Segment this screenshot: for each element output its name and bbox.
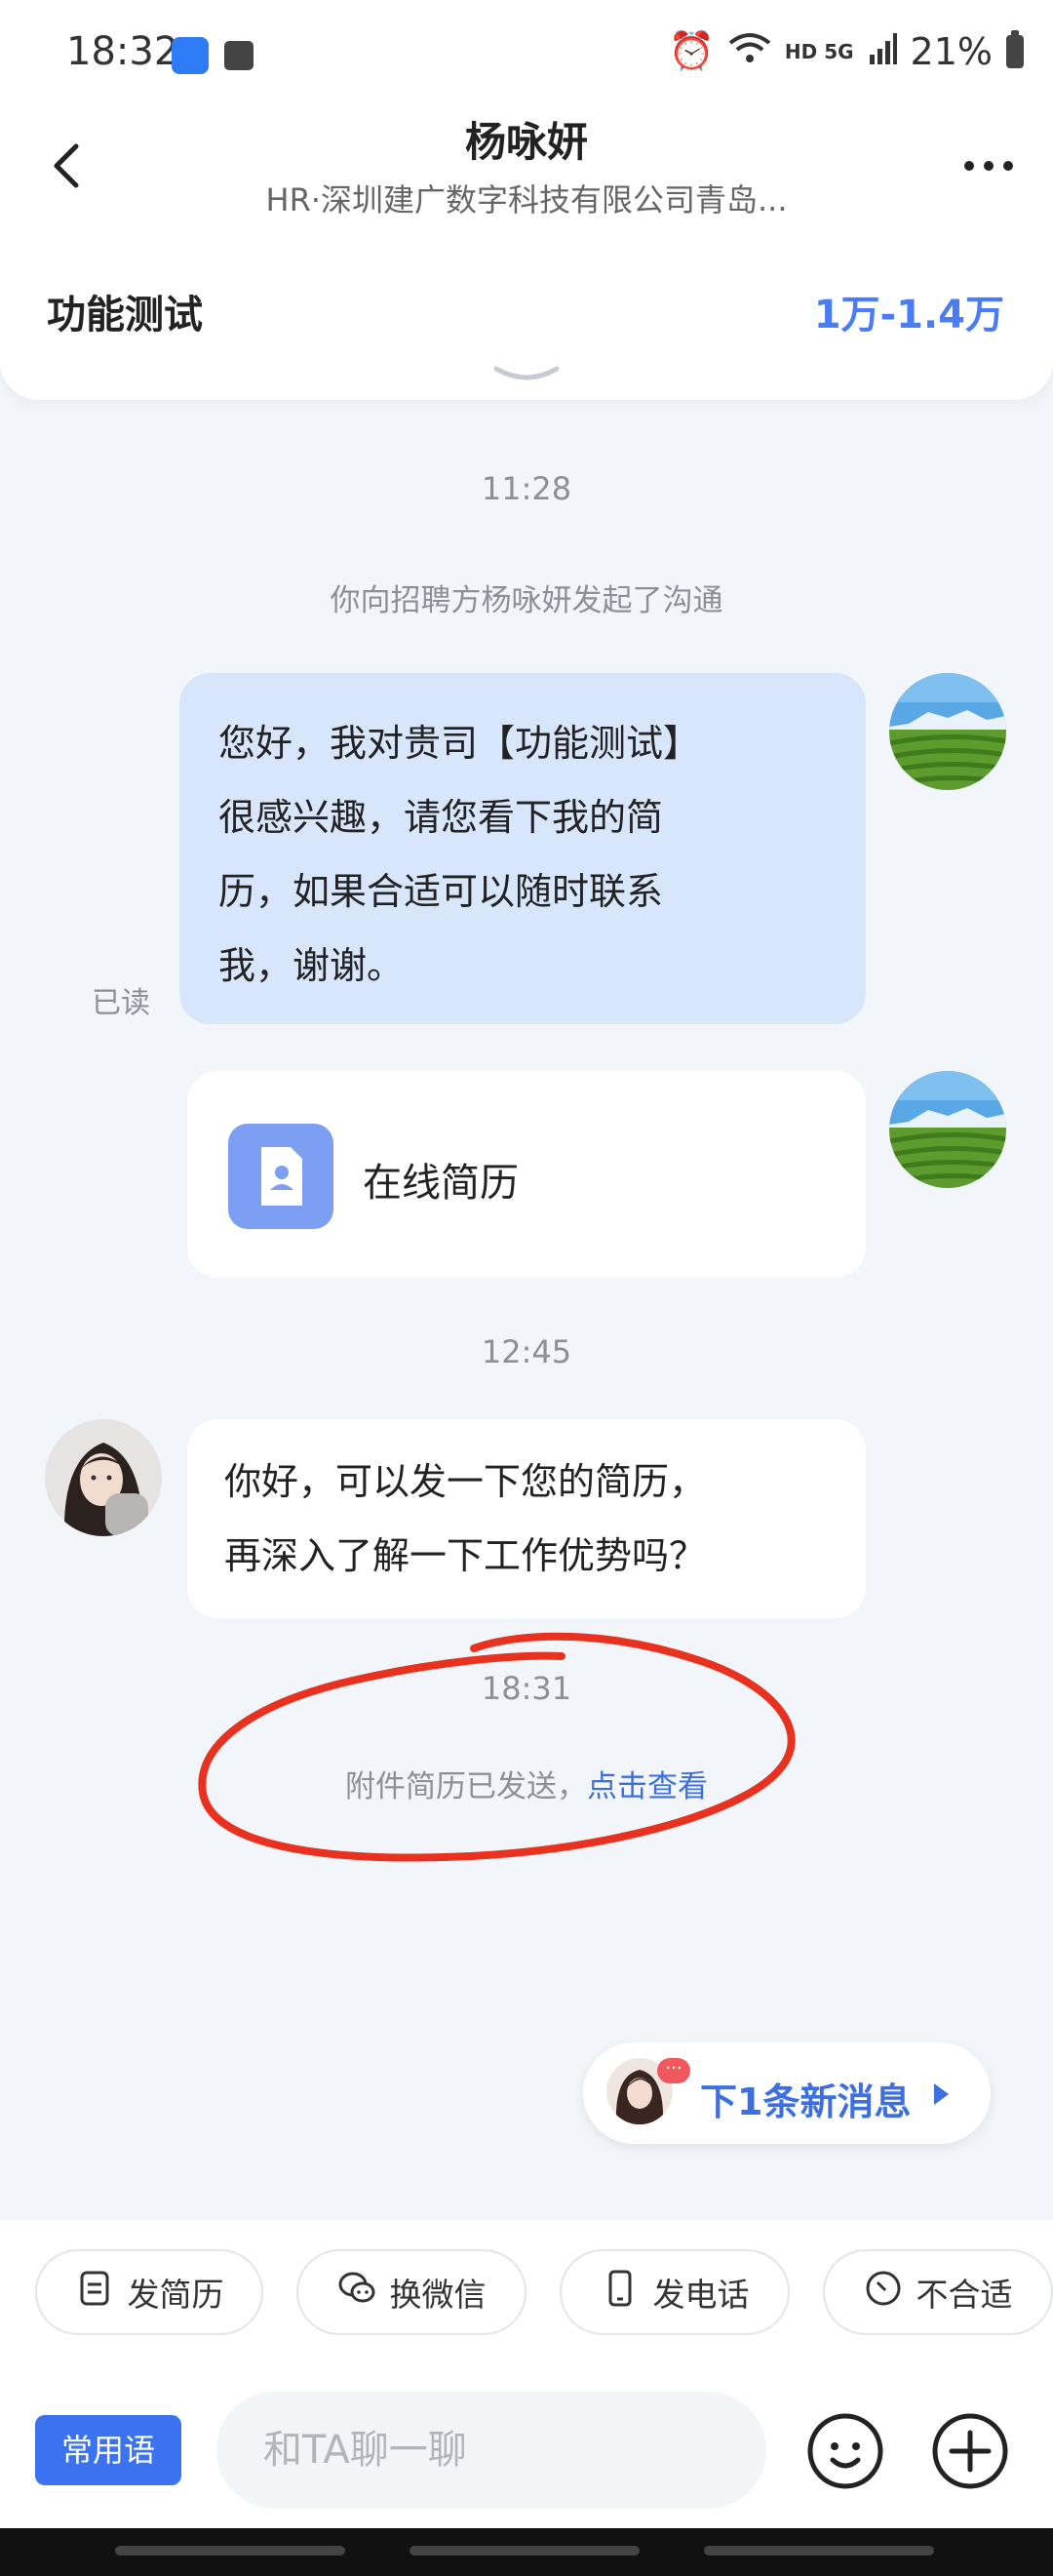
exchange-wechat-button[interactable]: 换微信 (296, 2249, 526, 2335)
hr-message-bubble[interactable]: 你好，可以发一下您的简历， 再深入了解一下工作优势吗？ (187, 1419, 866, 1618)
no-icon (864, 2269, 903, 2316)
common-phrases-button[interactable]: 常用语 (35, 2415, 181, 2485)
message-line: 你好，可以发一下您的简历， (224, 1460, 707, 1503)
exchange-wechat-label: 换微信 (389, 2276, 487, 2314)
not-suitable-label: 不合适 (916, 2276, 1013, 2314)
my-avatar[interactable] (889, 1071, 1006, 1188)
battery-icon (1006, 29, 1024, 68)
plus-icon[interactable] (930, 2411, 1010, 2491)
message-line: 历，如果合适可以随时联系 (218, 870, 664, 913)
signal-icon (868, 30, 897, 73)
send-phone-button[interactable]: 发电话 (560, 2249, 790, 2335)
send-phone-label: 发电话 (652, 2276, 750, 2314)
nav-handle[interactable] (410, 2546, 640, 2556)
not-suitable-button[interactable]: 不合适 (823, 2249, 1053, 2335)
checkbox-notification-icon (224, 41, 254, 70)
system-notice: 你向招聘方杨咏妍发起了沟通 (330, 583, 723, 618)
message-line: 我，谢谢。 (218, 944, 405, 987)
resume-icon (228, 1124, 333, 1229)
send-resume-button[interactable]: 发简历 (35, 2249, 263, 2335)
network-label: HD 5G (784, 39, 854, 63)
play-arrow-icon (934, 2083, 949, 2105)
nav-handle[interactable] (115, 2546, 345, 2556)
contact-company: HR·深圳建广数字科技有限公司青岛... (265, 181, 788, 218)
nav-handle[interactable] (704, 2546, 934, 2556)
chevron-down-icon[interactable] (492, 363, 561, 386)
hr-avatar[interactable] (45, 1419, 162, 1536)
red-circle-annotation (191, 1627, 844, 1902)
message-badge: ··· (657, 2058, 690, 2083)
job-title[interactable]: 功能测试 (47, 283, 203, 339)
send-resume-label: 发简历 (127, 2276, 224, 2314)
read-status: 已读 (92, 986, 150, 1020)
alarm-icon: ⏰ (668, 29, 715, 72)
battery-percent: 21% (910, 29, 993, 73)
document-icon (75, 2269, 114, 2316)
app-notification-icon (172, 37, 209, 74)
message-line: 很感兴趣，请您看下我的简 (218, 796, 664, 839)
new-message-label: 下1条新消息 (700, 2081, 912, 2123)
message-line: 再深入了解一下工作优势吗？ (224, 1534, 707, 1577)
emoji-icon[interactable] (805, 2411, 885, 2491)
status-time: 18:32 (66, 29, 179, 74)
my-avatar[interactable] (889, 673, 1006, 790)
status-indicators: ⏰ HD 5G 21% (669, 29, 1024, 73)
contact-name: 杨咏妍 (464, 118, 588, 166)
resume-card-label: 在线简历 (363, 1161, 519, 1206)
message-line: 您好，我对贵司【功能测试】 (218, 722, 701, 765)
wechat-icon (337, 2269, 376, 2316)
phone-icon (601, 2269, 640, 2316)
my-message-bubble[interactable]: 您好，我对贵司【功能测试】 很感兴趣，请您看下我的简 历，如果合适可以随时联系 … (179, 673, 866, 1024)
wifi-icon (728, 30, 771, 73)
chat-input[interactable] (216, 2392, 766, 2509)
chat-time: 12:45 (481, 1333, 572, 1370)
salary-range: 1万-1.4万 (813, 293, 1004, 337)
more-icon[interactable] (959, 146, 1018, 185)
chat-time: 11:28 (481, 470, 572, 507)
